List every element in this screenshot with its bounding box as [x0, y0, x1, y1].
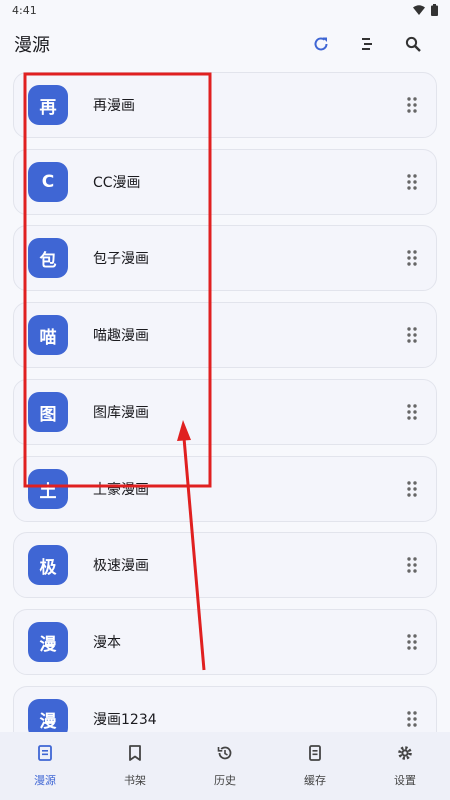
sort-icon	[362, 38, 372, 50]
source-name: 漫本	[93, 635, 121, 651]
book-icon	[38, 745, 52, 761]
wifi-icon	[413, 5, 425, 15]
nav-item-cache[interactable]: 缓存	[270, 732, 360, 800]
source-name: 漫画1234	[93, 712, 157, 728]
source-item[interactable]: 漫 漫画1234	[13, 686, 437, 732]
search-icon	[405, 36, 421, 52]
source-badge: 图	[28, 392, 68, 432]
source-badge: 包	[28, 238, 68, 278]
refresh-button[interactable]	[298, 24, 344, 64]
page-title: 漫源	[14, 35, 50, 56]
nav-item-bookshelf[interactable]: 书架	[90, 732, 180, 800]
drag-handle-icon[interactable]	[402, 172, 422, 192]
source-name: 图库漫画	[93, 405, 149, 421]
source-item[interactable]: C CC漫画	[13, 149, 437, 215]
drag-handle-icon[interactable]	[402, 402, 422, 422]
battery-icon	[431, 4, 438, 16]
source-name: 包子漫画	[93, 251, 149, 267]
nav-label: 设置	[394, 774, 416, 787]
drag-handle-icon[interactable]	[402, 248, 422, 268]
source-item[interactable]: 漫 漫本	[13, 609, 437, 675]
nav-item-sources[interactable]: 漫源	[0, 732, 90, 800]
search-button[interactable]	[390, 24, 436, 64]
app-bar: 漫源	[0, 24, 450, 64]
gear-icon	[398, 746, 412, 760]
source-name: 极速漫画	[93, 558, 149, 574]
nav-item-settings[interactable]: 设置	[360, 732, 450, 800]
source-name: 再漫画	[93, 98, 135, 114]
drag-handle-icon[interactable]	[402, 555, 422, 575]
source-badge: 土	[28, 469, 68, 509]
drag-handle-icon[interactable]	[402, 632, 422, 652]
source-badge: 漫	[28, 622, 68, 662]
history-icon	[217, 746, 232, 760]
source-name: 土豪漫画	[93, 482, 149, 498]
source-badge: 再	[28, 85, 68, 125]
source-item[interactable]: 土 土豪漫画	[13, 456, 437, 522]
sort-button[interactable]	[344, 24, 390, 64]
source-name: CC漫画	[93, 175, 141, 191]
drag-handle-icon[interactable]	[402, 325, 422, 345]
bottom-nav: 漫源 书架 历史 缓存 设置	[0, 732, 450, 800]
source-badge: 漫	[28, 699, 68, 732]
nav-label: 书架	[124, 774, 146, 787]
bookmark-icon	[129, 745, 141, 761]
nav-item-history[interactable]: 历史	[180, 732, 270, 800]
source-item[interactable]: 再 再漫画	[13, 72, 437, 138]
source-badge: 喵	[28, 315, 68, 355]
nav-label: 缓存	[304, 774, 326, 787]
nav-label: 漫源	[34, 774, 56, 787]
document-icon	[309, 745, 321, 761]
source-list[interactable]: 再 再漫画 C CC漫画 包 包子漫画 喵 喵趣漫画 图 图库漫画 土 土豪漫画…	[13, 72, 437, 732]
drag-handle-icon[interactable]	[402, 709, 422, 729]
source-item[interactable]: 图 图库漫画	[13, 379, 437, 445]
source-item[interactable]: 喵 喵趣漫画	[13, 302, 437, 368]
drag-handle-icon[interactable]	[402, 479, 422, 499]
status-time: 4:41	[12, 3, 37, 17]
source-item[interactable]: 包 包子漫画	[13, 225, 437, 291]
drag-handle-icon[interactable]	[402, 95, 422, 115]
source-badge: 极	[28, 545, 68, 585]
refresh-icon	[314, 37, 328, 51]
source-name: 喵趣漫画	[93, 328, 149, 344]
nav-label: 历史	[214, 774, 236, 787]
status-bar: 4:41	[0, 0, 450, 20]
source-badge: C	[28, 162, 68, 202]
source-item[interactable]: 极 极速漫画	[13, 532, 437, 598]
